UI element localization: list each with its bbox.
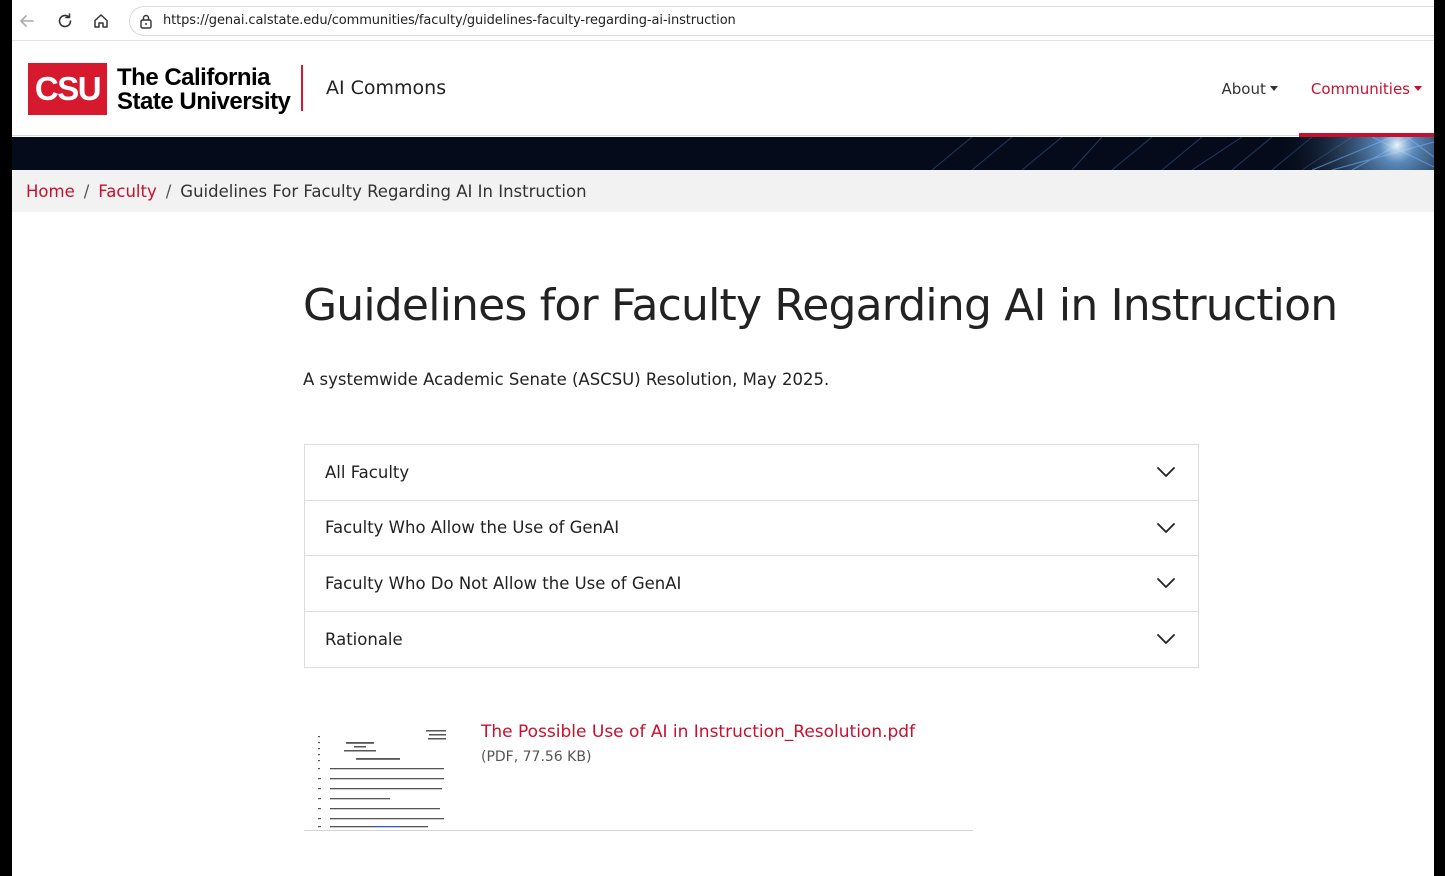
breadcrumb-current: Guidelines For Faculty Regarding AI In I… bbox=[180, 181, 587, 201]
breadcrumb: Home / Faculty / Guidelines For Faculty … bbox=[12, 170, 1434, 212]
chevron-down-icon bbox=[1157, 467, 1175, 478]
site-header: CSU The California State University AI C… bbox=[12, 41, 1434, 137]
nav-communities-label: Communities bbox=[1310, 79, 1410, 98]
chevron-down-icon bbox=[1157, 578, 1175, 589]
nav-communities[interactable]: Communities bbox=[1298, 41, 1434, 137]
page-subtitle: A systemwide Academic Senate (ASCSU) Res… bbox=[303, 370, 830, 389]
accordion: All Faculty Faculty Who Allow the Use of… bbox=[304, 444, 1199, 668]
chevron-down-icon bbox=[1157, 522, 1175, 533]
accordion-item-allow-genai[interactable]: Faculty Who Allow the Use of GenAI bbox=[305, 501, 1198, 556]
home-button[interactable] bbox=[88, 8, 114, 34]
csu-logo[interactable]: CSU bbox=[28, 63, 107, 115]
accordion-item-not-allow-genai[interactable]: Faculty Who Do Not Allow the Use of GenA… bbox=[305, 556, 1198, 612]
logo-line-1: The California bbox=[117, 64, 271, 91]
accordion-label: Faculty Who Do Not Allow the Use of GenA… bbox=[325, 573, 682, 593]
accordion-label: Rationale bbox=[325, 629, 403, 649]
caret-down-icon bbox=[1269, 86, 1278, 91]
breadcrumb-separator: / bbox=[165, 181, 172, 201]
accordion-item-rationale[interactable]: Rationale bbox=[305, 612, 1198, 668]
breadcrumb-separator: / bbox=[83, 181, 90, 201]
file-meta: (PDF, 77.56 KB) bbox=[481, 749, 592, 765]
caret-down-icon bbox=[1414, 86, 1422, 91]
university-name[interactable]: The California State University bbox=[117, 64, 291, 115]
nav-about-label: About bbox=[1221, 79, 1266, 98]
logo-line-2: State University bbox=[117, 88, 291, 115]
breadcrumb-home[interactable]: Home bbox=[26, 182, 75, 201]
accordion-item-all-faculty[interactable]: All Faculty bbox=[305, 445, 1198, 501]
accordion-label: All Faculty bbox=[325, 462, 410, 482]
lock-icon bbox=[140, 14, 152, 29]
logo-divider bbox=[301, 65, 303, 111]
url-text: https://genai.calstate.edu/communities/f… bbox=[163, 13, 736, 28]
banner-graphic bbox=[12, 137, 1434, 170]
pdf-thumbnail[interactable] bbox=[304, 722, 454, 830]
page-title: Guidelines for Faculty Regarding AI in I… bbox=[303, 280, 1338, 331]
browser-toolbar: https://genai.calstate.edu/communities/f… bbox=[12, 0, 1434, 41]
address-bar[interactable]: https://genai.calstate.edu/communities/f… bbox=[129, 6, 1434, 36]
header-banner bbox=[12, 137, 1434, 170]
site-name[interactable]: AI Commons bbox=[326, 77, 446, 99]
top-nav: About Communities bbox=[1209, 41, 1434, 137]
back-arrow-icon bbox=[20, 15, 34, 27]
breadcrumb-faculty[interactable]: Faculty bbox=[98, 182, 156, 201]
chevron-down-icon bbox=[1157, 634, 1175, 645]
accordion-label: Faculty Who Allow the Use of GenAI bbox=[325, 518, 620, 538]
browser-window: https://genai.calstate.edu/communities/f… bbox=[12, 0, 1434, 876]
reload-button[interactable] bbox=[52, 8, 78, 34]
reload-icon bbox=[58, 13, 72, 28]
home-icon bbox=[94, 14, 108, 28]
nav-about[interactable]: About bbox=[1209, 41, 1289, 136]
file-attachment: The Possible Use of AI in Instruction_Re… bbox=[304, 718, 973, 831]
back-button[interactable] bbox=[14, 8, 40, 34]
pdf-download-link[interactable]: The Possible Use of AI in Instruction_Re… bbox=[481, 722, 915, 742]
